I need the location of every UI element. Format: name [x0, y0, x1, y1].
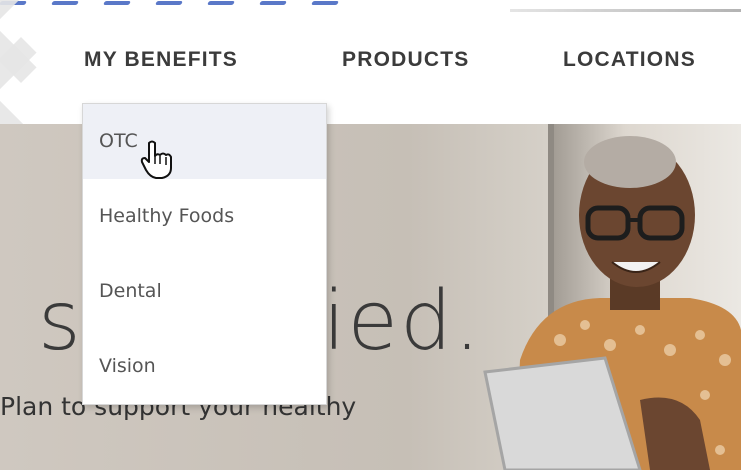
top-strip [0, 0, 741, 24]
dropdown-item-healthy-foods[interactable]: Healthy Foods [83, 179, 326, 254]
top-divider [510, 9, 741, 12]
nav-item-my-benefits[interactable]: MY BENEFITS [84, 48, 238, 72]
hero-background-panel [548, 124, 741, 470]
hero-title-left: s [38, 274, 83, 369]
hero-title-right: ied. [322, 274, 483, 369]
benefits-dropdown-menu: OTC Healthy Foods Dental Vision [82, 103, 327, 405]
dropdown-item-vision[interactable]: Vision [83, 329, 326, 404]
dropdown-item-dental[interactable]: Dental [83, 254, 326, 329]
hand-pointer-icon [140, 140, 172, 179]
nav-item-locations[interactable]: LOCATIONS [563, 48, 696, 72]
nav-item-products[interactable]: PRODUCTS [342, 48, 469, 72]
dropdown-item-otc[interactable]: OTC [83, 104, 326, 179]
